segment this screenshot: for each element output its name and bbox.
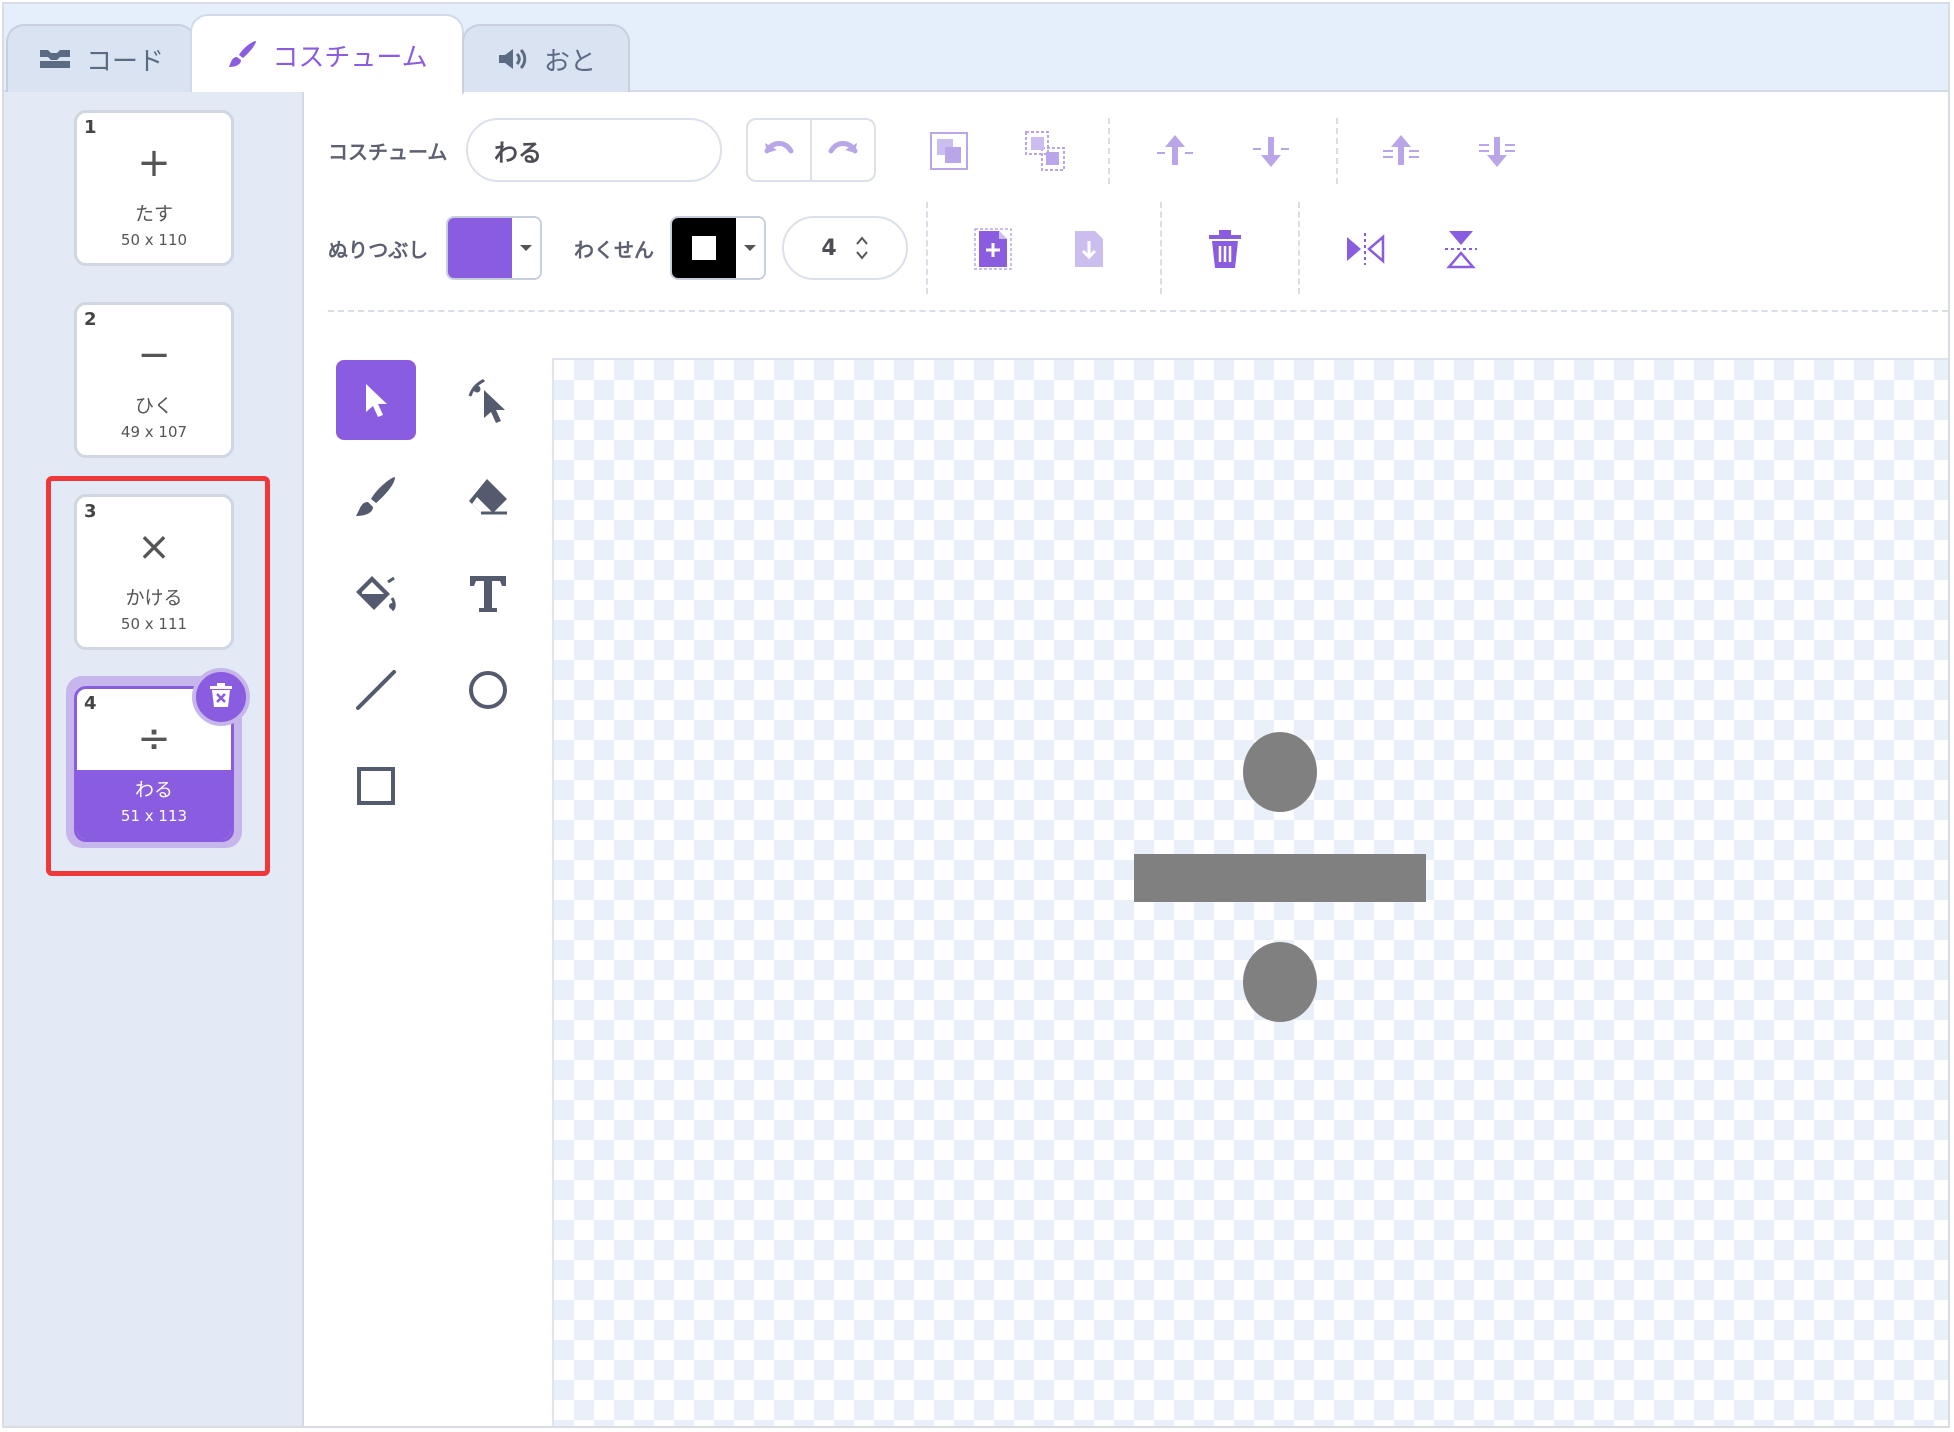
division-sign-shape[interactable] (1130, 732, 1430, 1022)
toolbar-divider (1298, 202, 1300, 294)
paintbrush-icon (226, 39, 258, 71)
tab-code-label: コード (85, 46, 164, 77)
delete-button[interactable] (1200, 222, 1250, 276)
fill-bucket-icon (356, 576, 396, 612)
flip-vertical-button[interactable] (1436, 222, 1486, 276)
eraser-icon (469, 479, 507, 515)
chevron-down-icon (744, 245, 756, 251)
forward-button[interactable] (1150, 126, 1200, 176)
brush-icon (356, 477, 395, 516)
tab-code[interactable]: コード (6, 24, 196, 92)
flip-horizontal-icon (1347, 233, 1385, 265)
costume-item[interactable]: 1 + たす 50 x 110 (74, 110, 234, 266)
costume-name: たす (134, 203, 173, 225)
drawing-canvas[interactable] (552, 358, 1948, 1426)
outline-label: わくせん (574, 238, 654, 262)
costume-name-input[interactable]: わる (466, 118, 722, 182)
fill-color-picker[interactable] (446, 216, 542, 280)
costume-size: 49 x 107 (120, 423, 188, 441)
select-tool[interactable] (336, 360, 416, 440)
highlight-box (46, 476, 270, 876)
costume-editor-window: コード コスチューム おと 1 + たす 50 x 110 2 − ひく 49 … (2, 2, 1950, 1428)
fill-label: ぬりつぶし (328, 238, 429, 262)
costume-size: 50 x 110 (120, 231, 188, 249)
send-to-back-icon (1479, 137, 1515, 167)
circle-tool[interactable] (448, 650, 528, 730)
outline-color-picker[interactable] (670, 216, 766, 280)
redo-icon (828, 141, 858, 154)
ungroup-button[interactable] (1018, 126, 1072, 176)
flip-vertical-icon (1445, 231, 1477, 269)
costume-list: 1 + たす 50 x 110 2 − ひく 49 x 107 3 × かける … (4, 92, 304, 1426)
chevron-down-icon (520, 245, 532, 251)
undo-redo-group (746, 118, 876, 182)
outline-color-swatch (672, 218, 736, 278)
costume-name-label: コスチューム (328, 140, 448, 164)
circle-icon (469, 671, 507, 709)
trash-icon (1209, 230, 1241, 268)
tab-costumes[interactable]: コスチューム (190, 14, 464, 94)
line-icon (356, 670, 396, 710)
toolbar-divider (1160, 202, 1162, 294)
rectangle-tool[interactable] (336, 746, 416, 826)
costume-thumbnail: + (137, 140, 171, 186)
toolbar-divider (1336, 118, 1338, 184)
reshape-icon (468, 378, 505, 423)
text-tool[interactable] (448, 554, 528, 634)
rectangle-icon (357, 767, 395, 805)
stroke-width-input[interactable]: 4 (782, 216, 908, 280)
flip-horizontal-button[interactable] (1340, 222, 1390, 276)
reshape-tool[interactable] (448, 360, 528, 440)
code-blocks-icon (38, 46, 72, 72)
brush-tool[interactable] (336, 458, 416, 538)
toolbar-bottom-divider (328, 310, 1948, 312)
speaker-icon (496, 46, 530, 72)
tab-sounds-label: おと (543, 46, 596, 77)
copy-button[interactable] (968, 222, 1018, 276)
backward-arrow-icon (1253, 137, 1289, 167)
ungroup-icon (1025, 131, 1065, 171)
undo-button[interactable] (748, 120, 812, 180)
undo-icon (764, 141, 794, 154)
tab-sounds[interactable]: おと (462, 24, 630, 92)
toolbar-divider (926, 202, 928, 294)
eraser-tool[interactable] (448, 458, 528, 538)
text-icon (470, 576, 506, 612)
costume-name: ひく (134, 395, 173, 417)
fill-tool[interactable] (336, 554, 416, 634)
group-button[interactable] (922, 126, 976, 176)
backward-button[interactable] (1246, 126, 1296, 176)
back-button[interactable] (1472, 126, 1522, 176)
front-button[interactable] (1376, 126, 1426, 176)
redo-button[interactable] (812, 120, 874, 180)
copy-icon (974, 228, 1012, 270)
stroke-width-value: 4 (821, 235, 837, 261)
paste-button[interactable] (1064, 222, 1114, 276)
costume-thumbnail: − (137, 332, 171, 378)
line-tool[interactable] (336, 650, 416, 730)
tab-costumes-label: コスチューム (272, 42, 428, 73)
fill-color-swatch (448, 218, 512, 278)
stepper-icon[interactable] (855, 235, 869, 261)
select-arrow-icon (366, 384, 387, 417)
toolbar-divider (1108, 118, 1110, 184)
bring-to-front-icon (1383, 135, 1419, 165)
tab-bar: コード コスチューム おと (4, 4, 1948, 94)
paste-icon (1075, 231, 1103, 267)
group-icon (930, 132, 968, 170)
costume-item[interactable]: 2 − ひく 49 x 107 (74, 302, 234, 458)
forward-arrow-icon (1157, 135, 1193, 165)
